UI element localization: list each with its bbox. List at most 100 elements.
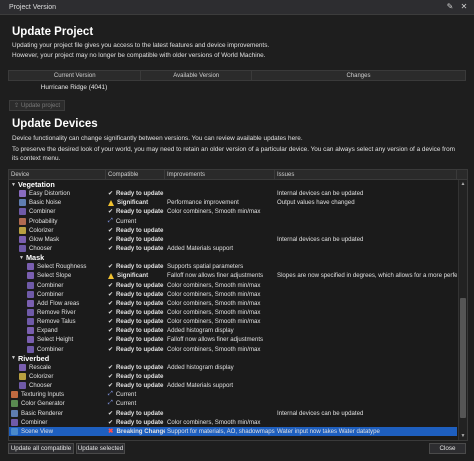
compatible-cell: ✔ Ready to update <box>106 281 165 290</box>
compatible-label: Ready to update <box>116 345 164 353</box>
device-row[interactable]: Basic Renderer ✔ Ready to update Internal d… <box>9 409 457 418</box>
device-row[interactable]: Combiner ✔ Ready to update Color combiners,… <box>9 290 457 299</box>
device-row[interactable]: Combiner ✔ Ready to update Color combiners,… <box>9 345 457 354</box>
device-cell: Probability <box>9 217 106 226</box>
improvements-cell: Color combiners, Smooth min/max <box>167 345 261 353</box>
col-improvements[interactable]: Improvements <box>165 170 275 179</box>
device-row[interactable]: Probability ⤢ Current <box>9 217 457 226</box>
compatible-label: Significant <box>117 272 149 280</box>
issues-cell: Internal devices can be updated <box>277 235 364 243</box>
device-row[interactable]: Colorizer ✔ Ready to update <box>9 226 457 235</box>
scroll-thumb[interactable] <box>460 298 466 418</box>
group-row[interactable]: ▼ Riverbed <box>9 354 457 363</box>
device-row[interactable]: Combiner ✔ Ready to update Color combiners,… <box>9 418 457 427</box>
scroll-down-icon[interactable]: ▼ <box>459 432 467 440</box>
device-row[interactable]: Colorizer ✔ Ready to update <box>9 372 457 381</box>
group-label: Vegetation <box>17 180 55 190</box>
device-cell: Chooser <box>9 381 106 390</box>
close-icon[interactable]: ✕ <box>459 2 469 12</box>
checkmark-icon: ✔ <box>108 310 114 317</box>
title-bar: Project Version ✎ ✕ <box>0 0 474 15</box>
device-row[interactable]: Expand ✔ Ready to update Added histogram di… <box>9 326 457 335</box>
collapse-icon[interactable]: ▼ <box>11 355 16 361</box>
device-list: Device Compatible Improvements Issues ▼ V… <box>8 169 468 441</box>
device-row[interactable]: Remove River ✔ Ready to update Color combin… <box>9 308 457 317</box>
device-row[interactable]: Remove Talus ✔ Ready to update Color combin… <box>9 317 457 326</box>
compatible-label: Ready to update <box>116 226 164 234</box>
compatible-cell: ✔ Ready to update <box>106 207 165 216</box>
device-row[interactable]: Glow Mask ✔ Ready to update Internal device… <box>9 235 457 244</box>
device-name: Remove River <box>37 309 76 317</box>
compatible-cell: ✔ Ready to update <box>106 226 165 235</box>
checkmark-icon: ✔ <box>108 374 114 381</box>
device-row[interactable]: Chooser ✔ Ready to update Added Materials s… <box>9 244 457 253</box>
checkmark-icon: ✔ <box>108 383 114 390</box>
device-row[interactable]: Select Slope Significant Falloff now allow… <box>9 271 457 280</box>
device-cell: Remove Talus <box>9 317 106 326</box>
col-compatible[interactable]: Compatible <box>106 170 165 179</box>
device-row[interactable]: Texturing Inputs ⤢ Current <box>9 390 457 399</box>
close-button[interactable]: Close <box>429 443 466 454</box>
compatible-label: Ready to update <box>116 318 164 326</box>
issues-cell: Internal devices can be updated <box>277 409 364 417</box>
checkmark-icon: ✔ <box>108 300 114 307</box>
group-row[interactable]: ▼ Vegetation <box>9 180 457 189</box>
compatible-cell: ✔ Ready to update <box>106 317 165 326</box>
issues-cell <box>275 308 457 317</box>
warning-icon <box>108 199 114 206</box>
device-name: Probability <box>29 217 58 225</box>
device-cell: Combiner <box>9 207 106 216</box>
device-row[interactable]: Color Generator ⤢ Current <box>9 399 457 408</box>
device-row[interactable]: Select Roughness ✔ Ready to update Supports… <box>9 262 457 271</box>
device-cell: Combiner <box>9 281 106 290</box>
current-icon: ⤢ <box>108 400 113 407</box>
device-row[interactable]: Select Height ✔ Ready to update Falloff now… <box>9 335 457 344</box>
device-icon <box>11 418 18 426</box>
collapse-icon[interactable]: ▼ <box>19 255 24 261</box>
device-icon <box>19 373 26 381</box>
col-issues[interactable]: Issues <box>275 170 457 179</box>
device-cell: Combiner <box>9 418 106 427</box>
update-selected-button[interactable]: Update selected <box>76 443 125 454</box>
update-project-label: Update project <box>21 102 61 109</box>
device-name: Colorizer <box>29 373 54 381</box>
compatible-cell: ✖ Breaking Change <box>106 427 165 436</box>
current-icon: ⤢ <box>108 391 113 398</box>
pin-icon[interactable]: ✎ <box>445 2 455 12</box>
device-row[interactable]: Easy Distortion ✔ Ready to update Internal … <box>9 189 457 198</box>
compatible-label: Ready to update <box>116 382 164 390</box>
device-icon <box>27 345 34 353</box>
checkmark-icon: ✔ <box>108 282 114 289</box>
col-changes: Changes <box>346 72 371 79</box>
device-row[interactable]: Basic Noise Significant Performance improv… <box>9 198 457 207</box>
col-device[interactable]: Device <box>9 170 106 179</box>
device-row[interactable]: Combiner ✔ Ready to update Color combiners,… <box>9 281 457 290</box>
device-cell: Rescale <box>9 363 106 372</box>
device-row[interactable]: Chooser ✔ Ready to update Added Materials s… <box>9 381 457 390</box>
device-name: Colorizer <box>29 226 54 234</box>
device-row[interactable]: Add Flow areas ✔ Ready to update Color comb… <box>9 299 457 308</box>
device-list-scrollbar[interactable]: ▲ ▼ <box>458 180 467 440</box>
issues-cell <box>275 290 457 299</box>
devices-description-2: To preserve the desired look of your wor… <box>12 146 455 153</box>
device-row[interactable]: Scene View ✖ Breaking Change Support for ma… <box>9 426 457 436</box>
compatible-cell: Significant <box>106 198 165 207</box>
scroll-up-icon[interactable]: ▲ <box>459 180 467 188</box>
device-name: Combiner <box>37 281 64 289</box>
improvements-cell: Color combiners, Smooth min/max <box>167 208 261 216</box>
improvements-cell: Performance improvement <box>167 199 239 207</box>
update-all-compatible-button[interactable]: Update all compatible <box>8 443 74 454</box>
collapse-icon[interactable]: ▼ <box>11 182 16 188</box>
checkmark-icon: ✔ <box>108 346 114 353</box>
device-name: Remove Talus <box>37 318 76 326</box>
device-icon <box>27 290 34 298</box>
compatible-label: Ready to update <box>116 281 164 289</box>
update-project-button[interactable]: ⇪ Update project <box>9 100 65 111</box>
device-name: Select Slope <box>37 272 72 280</box>
device-row[interactable]: Combiner ✔ Ready to update Color combiners,… <box>9 207 457 216</box>
device-row[interactable]: Rescale ✔ Ready to update Added histogram d… <box>9 363 457 372</box>
compatible-label: Current <box>115 391 137 399</box>
device-cell: Add Flow areas <box>9 299 106 308</box>
group-row[interactable]: ▼ Mask <box>9 253 457 262</box>
improvements-cell <box>165 235 275 244</box>
